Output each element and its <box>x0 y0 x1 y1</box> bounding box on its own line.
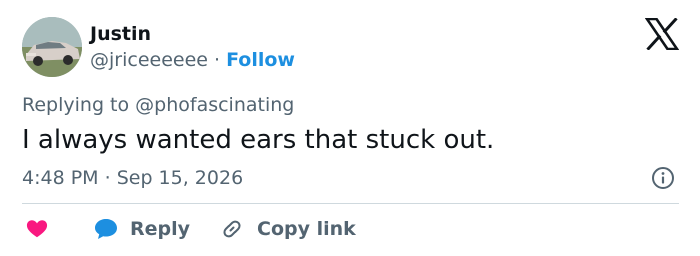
tweet-date: Sep 15, 2026 <box>116 167 244 189</box>
info-icon[interactable] <box>651 166 675 190</box>
copy-link-button[interactable]: Copy link <box>220 217 356 241</box>
author-handle[interactable]: @jriceeeeee <box>90 49 208 71</box>
heart-icon <box>26 220 48 238</box>
x-logo-icon[interactable] <box>645 18 679 50</box>
separator-dot: · <box>104 167 111 189</box>
author-name[interactable]: Justin <box>90 22 151 46</box>
reply-button[interactable]: Reply <box>94 218 190 240</box>
follow-button[interactable]: Follow <box>226 49 295 71</box>
replying-to-label: Replying to <box>22 94 136 116</box>
separator-dot: · <box>214 49 221 71</box>
author-handle-row: @jriceeeeee · Follow <box>90 47 295 73</box>
replying-to: Replying to @phofascinating <box>22 92 294 118</box>
avatar[interactable] <box>22 17 82 77</box>
tweet-text: I always wanted ears that stuck out. <box>22 125 495 155</box>
speech-bubble-icon <box>95 219 117 239</box>
like-button[interactable] <box>26 218 48 240</box>
link-icon <box>223 220 241 238</box>
tweet-timestamp[interactable]: 4:48 PM · Sep 15, 2026 <box>22 165 243 191</box>
divider <box>22 203 679 204</box>
tweet-time: 4:48 PM <box>22 167 99 189</box>
copy-link-label: Copy link <box>257 218 356 240</box>
action-bar: Reply Copy link <box>22 214 356 244</box>
reply-to-handle[interactable]: @phofascinating <box>135 94 294 116</box>
reply-label: Reply <box>130 218 191 240</box>
car-photo-icon <box>22 17 82 77</box>
